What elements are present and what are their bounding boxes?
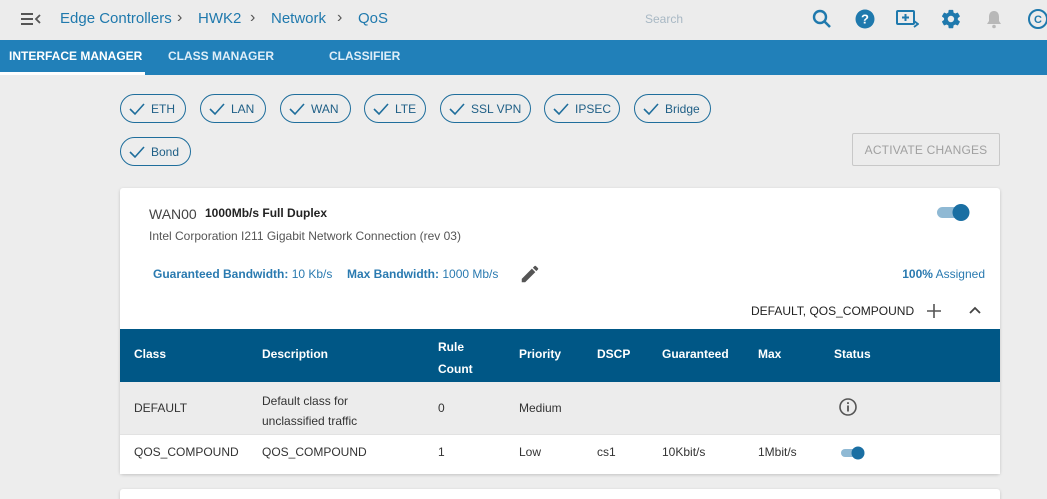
interface-enable-toggle[interactable] <box>936 202 972 222</box>
interface-name: WAN00 <box>149 206 197 222</box>
interface-speed: 1000Mb/s Full Duplex <box>205 206 328 220</box>
check-icon <box>449 103 465 116</box>
add-class-icon[interactable] <box>924 301 944 321</box>
cell-description-line1: Default class for <box>262 394 349 408</box>
screen-add-icon[interactable] <box>895 8 919 30</box>
interface-description: Intel Corporation I211 Gigabit Network C… <box>149 229 461 243</box>
table-row[interactable]: DEFAULT Default class for unclassified t… <box>120 382 1000 434</box>
filter-chip-ipsec[interactable]: IPSEC <box>544 94 620 123</box>
nav-tab-bar: INTERFACE MANAGER CLASS MANAGER CLASSIFI… <box>0 40 1047 75</box>
gear-icon[interactable] <box>940 8 962 30</box>
activate-changes-button[interactable]: ACTIVATE CHANGES <box>852 133 1000 166</box>
menu-collapse-icon[interactable] <box>21 11 41 27</box>
guaranteed-bandwidth: Guaranteed Bandwidth: 10 Kb/s <box>153 267 332 281</box>
filter-chip-bridge[interactable]: Bridge <box>634 94 711 123</box>
column-header-max: Max <box>758 347 782 361</box>
column-header-rule-count-line2: Count <box>438 362 473 376</box>
check-icon <box>289 103 305 116</box>
chevron-right-icon: › <box>177 9 183 26</box>
max-bandwidth-label: Max Bandwidth: <box>347 267 439 281</box>
tab-interface-manager[interactable]: INTERFACE MANAGER <box>0 40 146 75</box>
breadcrumb-qos[interactable]: QoS <box>358 10 388 27</box>
chevron-right-icon: › <box>250 9 256 26</box>
column-header-guaranteed: Guaranteed <box>662 347 729 361</box>
interface-card: WAN00 1000Mb/s Full Duplex Intel Corpora… <box>120 188 1000 474</box>
filter-chip-label: LTE <box>395 102 417 116</box>
cell-priority: Medium <box>519 401 562 415</box>
column-header-rule-count-line1: Rule <box>438 340 465 354</box>
check-icon <box>129 146 145 159</box>
table-row[interactable]: QOS_COMPOUND QOS_COMPOUND 1 Low cs1 10Kb… <box>120 434 1000 474</box>
filter-chip-wan[interactable]: WAN <box>280 94 351 123</box>
class-summary: DEFAULT, QOS_COMPOUND <box>751 304 915 318</box>
cell-class: DEFAULT <box>134 401 188 415</box>
assigned-label: Assigned <box>935 267 985 281</box>
column-header-rule-count: Rule Count <box>438 336 473 380</box>
help-icon[interactable]: ? <box>854 8 876 30</box>
filter-chip-lan[interactable]: LAN <box>200 94 266 123</box>
cell-rule-count: 1 <box>438 445 445 459</box>
classes-table-header: Class Description Rule Count Priority DS… <box>120 329 1000 382</box>
filter-chip-eth[interactable]: ETH <box>120 94 186 123</box>
cell-dscp: cs1 <box>597 445 616 459</box>
search-input[interactable] <box>645 8 795 30</box>
user-icon[interactable]: C <box>1027 8 1047 30</box>
svg-text:C: C <box>1034 14 1042 26</box>
filter-chip-lte[interactable]: LTE <box>364 94 426 123</box>
filter-chip-bond[interactable]: Bond <box>120 137 191 166</box>
column-header-dscp: DSCP <box>597 347 631 361</box>
breadcrumb-network[interactable]: Network <box>271 10 326 27</box>
cell-rule-count: 0 <box>438 401 445 415</box>
filter-chip-label: Bond <box>151 145 180 159</box>
check-icon <box>643 103 659 116</box>
assigned-percent: 100% <box>902 267 933 281</box>
cell-description-line2: unclassified traffic <box>262 414 358 428</box>
check-icon <box>553 103 569 116</box>
column-header-priority: Priority <box>519 347 562 361</box>
guaranteed-bandwidth-value: 10 Kb/s <box>291 267 333 281</box>
cell-description: QOS_COMPOUND <box>262 445 367 459</box>
filter-chip-label: LAN <box>231 102 255 116</box>
cell-priority: Low <box>519 445 542 459</box>
guaranteed-bandwidth-label: Guaranteed Bandwidth: <box>153 267 289 281</box>
filter-chip-label: SSL VPN <box>471 102 522 116</box>
bell-icon[interactable] <box>983 8 1005 30</box>
max-bandwidth: Max Bandwidth: 1000 Mb/s <box>347 267 498 281</box>
tab-class-manager[interactable]: CLASS MANAGER <box>168 40 274 75</box>
svg-text:?: ? <box>861 12 869 27</box>
chevron-up-icon[interactable] <box>966 302 984 320</box>
column-header-description: Description <box>262 347 329 361</box>
column-header-class: Class <box>134 347 167 361</box>
filter-chip-label: IPSEC <box>575 102 612 116</box>
check-icon <box>209 103 225 116</box>
cell-class: QOS_COMPOUND <box>134 445 239 459</box>
class-status-toggle[interactable] <box>840 444 868 462</box>
assigned-summary: 100% Assigned <box>902 267 985 281</box>
check-icon <box>129 103 145 116</box>
cell-description: Default class for unclassified traffic <box>262 391 357 431</box>
search-icon[interactable] <box>811 8 833 30</box>
breadcrumb-hwk2[interactable]: HWK2 <box>198 10 241 27</box>
edit-pencil-icon[interactable] <box>519 263 541 285</box>
filter-chip-label: Bridge <box>665 102 700 116</box>
tab-classifier[interactable]: CLASSIFIER <box>329 40 400 75</box>
filter-chip-label: ETH <box>151 102 175 116</box>
chevron-right-icon: › <box>337 9 343 26</box>
cell-max: 1Mbit/s <box>758 445 797 459</box>
filter-chip-ssl-vpn[interactable]: SSL VPN <box>440 94 531 123</box>
max-bandwidth-value: 1000 Mb/s <box>442 267 499 281</box>
breadcrumb-edge-controllers[interactable]: Edge Controllers <box>60 10 172 27</box>
top-bar: Edge Controllers › HWK2 › Network › QoS … <box>0 0 1047 40</box>
cell-guaranteed: 10Kbit/s <box>662 445 706 459</box>
column-header-status: Status <box>834 347 871 361</box>
info-icon[interactable] <box>838 397 858 417</box>
filter-chip-label: WAN <box>311 102 339 116</box>
interface-card-next <box>120 489 1000 499</box>
check-icon <box>373 103 389 116</box>
